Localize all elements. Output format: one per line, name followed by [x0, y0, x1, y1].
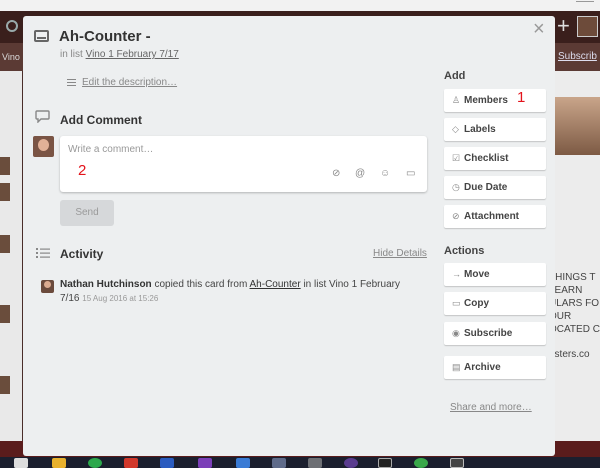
card-text-line: OUR — [549, 311, 572, 322]
card-text-partial: THINGS T LEARN ULARS FO OUR OCATED C — [549, 271, 600, 336]
activity-text: copied this card from — [154, 279, 248, 290]
taskbar-app-icon[interactable] — [272, 458, 286, 468]
paperclip-icon: ⊘ — [452, 211, 460, 221]
activity-card-link[interactable]: Ah-Counter — [250, 279, 301, 290]
archive-button[interactable]: ▤ Archive — [444, 356, 546, 379]
avatar — [33, 136, 54, 157]
actions-heading: Actions — [444, 245, 485, 257]
activity-icon — [36, 248, 50, 258]
card-icon: ▭ — [452, 298, 461, 308]
browser-top-strip — [0, 0, 600, 11]
copy-button[interactable]: ▭ Copy — [444, 292, 546, 315]
list-card-thumb — [0, 305, 10, 323]
taskbar-app-icon[interactable] — [308, 458, 322, 468]
share-and-more-link[interactable]: Share and more… — [450, 402, 532, 413]
mention-icon[interactable]: @ — [355, 168, 365, 179]
labels-label: Labels — [464, 124, 496, 135]
card-detail-modal: × Ah-Counter - in list Vino 1 February 7… — [23, 16, 555, 456]
taskbar-app-icon[interactable] — [378, 458, 392, 468]
taskbar-app-icon[interactable] — [160, 458, 174, 468]
move-button[interactable]: → Move — [444, 263, 546, 286]
members-button[interactable]: ♙ Members — [444, 89, 546, 112]
archive-label: Archive — [464, 362, 501, 373]
activity-date[interactable]: 15 Aug 2016 at 15:26 — [82, 294, 158, 303]
attachment-button[interactable]: ⊘ Attachment — [444, 205, 546, 228]
card-text-line: THINGS T — [549, 272, 596, 283]
emoji-icon[interactable]: ☺ — [380, 168, 390, 179]
checklist-label: Checklist — [464, 153, 509, 164]
list-link[interactable]: Vino 1 February 7/17 — [86, 49, 179, 60]
list-card-thumb — [0, 235, 10, 253]
checklist-button[interactable]: ☑ Checklist — [444, 147, 546, 170]
taskbar-app-icon[interactable] — [88, 458, 102, 468]
card-title[interactable]: Ah-Counter - — [59, 28, 151, 45]
move-label: Move — [464, 269, 490, 280]
comment-input[interactable]: Write a comment… ⊘ @ ☺ ▭ — [60, 136, 427, 192]
os-taskbar — [0, 457, 600, 468]
taskbar-app-icon[interactable] — [344, 458, 358, 468]
taskbar-app-icon[interactable] — [124, 458, 138, 468]
attachment-label: Attachment — [464, 211, 520, 222]
description-icon — [67, 79, 76, 86]
add-icon[interactable]: + — [557, 14, 570, 38]
card-text-line: OCATED C — [549, 324, 600, 335]
in-list-label: in list — [60, 49, 83, 60]
taskbar-app-icon[interactable] — [198, 458, 212, 468]
hide-details-link[interactable]: Hide Details — [373, 248, 427, 259]
comment-icon — [35, 110, 50, 123]
clock-icon: ◷ — [452, 182, 460, 192]
activity-entry: Nathan Hutchinson copied this card from … — [60, 278, 415, 306]
tag-icon: ◇ — [452, 124, 459, 134]
copy-label: Copy — [464, 298, 489, 309]
avatar — [41, 280, 54, 293]
due-date-button[interactable]: ◷ Due Date — [444, 176, 546, 199]
labels-button[interactable]: ◇ Labels — [444, 118, 546, 141]
window-control — [576, 1, 594, 8]
eye-icon: ◉ — [452, 328, 460, 338]
taskbar-app-icon[interactable] — [236, 458, 250, 468]
card-icon — [34, 30, 49, 42]
card-icon[interactable]: ▭ — [406, 168, 415, 179]
list-card-thumb — [0, 183, 10, 201]
right-list-column: THINGS T LEARN ULARS FO OUR OCATED C ast… — [549, 71, 600, 441]
subscribe-button[interactable]: ◉ Subscribe — [444, 322, 546, 345]
add-comment-heading: Add Comment — [60, 113, 142, 127]
taskbar-app-icon[interactable] — [450, 458, 464, 468]
activity-heading: Activity — [60, 247, 104, 261]
list-card-thumb — [0, 157, 10, 175]
left-list-column — [0, 71, 22, 441]
person-icon: ♙ — [452, 95, 461, 105]
checkbox-icon: ☑ — [452, 153, 461, 163]
annotation-marker-1: 1 — [517, 89, 526, 106]
add-heading: Add — [444, 70, 466, 82]
card-list-info: in list Vino 1 February 7/17 — [60, 49, 179, 60]
edit-description-link[interactable]: Edit the description… — [82, 77, 177, 88]
activity-user[interactable]: Nathan Hutchinson — [60, 279, 152, 290]
card-cover-image — [555, 97, 600, 155]
subscribe-label: Subscribe — [464, 328, 513, 339]
card-text-line: LEARN — [549, 285, 583, 296]
due-date-label: Due Date — [464, 182, 508, 193]
card-text-line: ULARS FO — [549, 298, 600, 309]
user-avatar[interactable] — [577, 16, 598, 37]
card-site-partial: asters.co — [549, 349, 590, 360]
taskbar-app-icon[interactable] — [414, 458, 428, 468]
archive-icon: ▤ — [452, 362, 461, 372]
comment-placeholder: Write a comment… — [68, 144, 154, 155]
annotation-marker-2: 2 — [78, 162, 87, 179]
members-label: Members — [464, 95, 508, 106]
list-card-thumb — [0, 376, 10, 394]
search-icon[interactable] — [6, 20, 18, 32]
close-icon[interactable]: × — [533, 18, 545, 41]
subscribe-link-partial[interactable]: Subscrib — [558, 51, 597, 62]
taskbar-app-icon[interactable] — [14, 458, 28, 468]
send-button[interactable]: Send — [60, 200, 114, 226]
arrow-right-icon: → — [452, 269, 461, 279]
attach-icon[interactable]: ⊘ — [332, 168, 340, 179]
taskbar-app-icon[interactable] — [52, 458, 66, 468]
